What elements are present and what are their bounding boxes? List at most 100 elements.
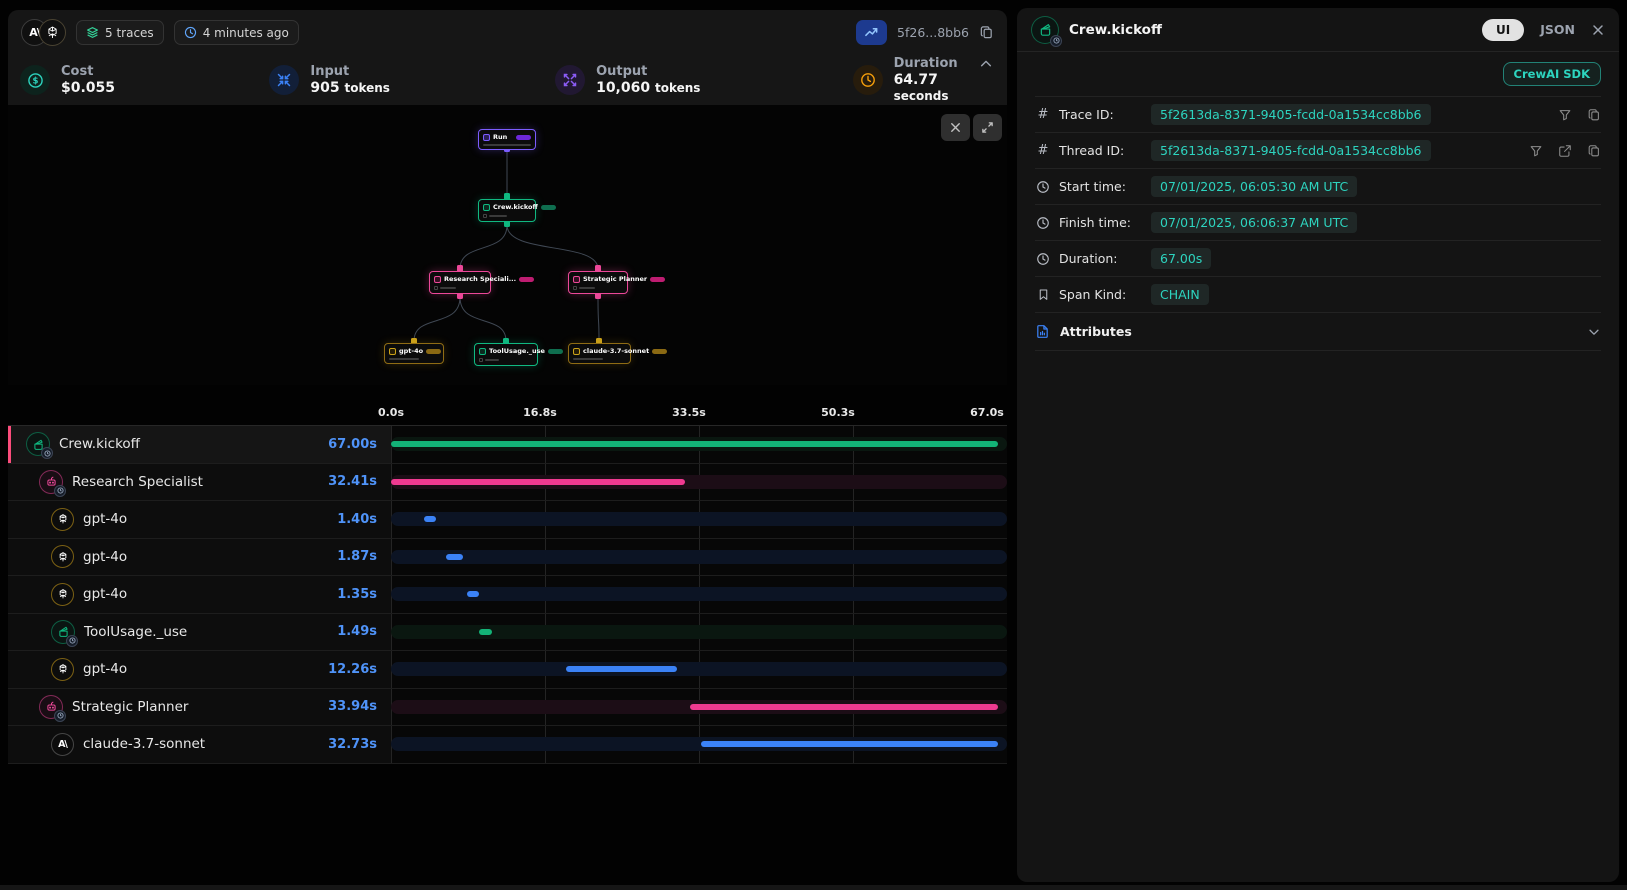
- node-badge: [516, 135, 531, 140]
- trace-flow-graph[interactable]: Run Crew.kickoff Research Speciali... St…: [8, 105, 1007, 385]
- clock-icon: [1035, 216, 1051, 230]
- field-start-time: Start time: 07/01/2025, 06:05:30 AM UTC: [1035, 168, 1601, 204]
- start-time-value: 07/01/2025, 06:05:30 AM UTC: [1151, 176, 1357, 197]
- node-icon: [483, 134, 490, 141]
- hash-icon: #: [1035, 107, 1051, 122]
- input-tokens-icon: [269, 65, 299, 95]
- traces-count-badge[interactable]: 5 traces: [76, 20, 164, 45]
- thread-id-value[interactable]: 5f2613da-8371-9405-fcdd-0a1534cc8bb6: [1151, 140, 1431, 161]
- graph-node-crew-kickoff[interactable]: Crew.kickoff: [478, 199, 536, 222]
- waterfall-row-strategic-planner[interactable]: Strategic Planner 33.94s: [8, 689, 1007, 727]
- duration-value: 67.00s: [1151, 248, 1211, 269]
- trace-id-value[interactable]: 5f2613da-8371-9405-fcdd-0a1534cc8bb6: [1151, 104, 1431, 125]
- attributes-section-header[interactable]: Attributes: [1035, 312, 1601, 351]
- external-link-icon[interactable]: [1558, 144, 1572, 158]
- crewai-icon: [1031, 16, 1059, 44]
- openai-icon: [51, 508, 74, 531]
- graph-node-claude-sonnet[interactable]: claude-3.7-sonnet: [568, 343, 631, 364]
- openai-icon: [51, 658, 74, 681]
- waterfall-row-gpt4o-1[interactable]: gpt-4o 1.40s: [8, 501, 1007, 539]
- trend-button[interactable]: [856, 20, 887, 45]
- graph-close-button[interactable]: [941, 114, 970, 141]
- metric-unit: tokens: [655, 81, 700, 95]
- waterfall-table: Crew.kickoff 67.00s Research Specialist …: [8, 425, 1007, 764]
- metric-value: 64.77: [894, 72, 938, 88]
- collapse-metrics-chevron[interactable]: [979, 57, 993, 71]
- metric-cost: $ Cost $0.055: [20, 64, 269, 96]
- clock-subbadge-icon: [54, 710, 66, 722]
- node-icon: [573, 276, 580, 283]
- clock-subbadge-icon: [41, 447, 53, 459]
- openai-logo-icon: [39, 19, 66, 46]
- graph-node-run[interactable]: Run: [478, 129, 536, 150]
- waterfall-row-claude-sonnet[interactable]: A\ claude-3.7-sonnet 32.73s: [8, 726, 1007, 764]
- span-kind-value: CHAIN: [1151, 284, 1209, 305]
- waterfall-time-axis: 0.0s 16.8s 33.5s 50.3s 67.0s: [8, 395, 1007, 425]
- metric-label: Output: [596, 64, 700, 80]
- graph-node-toolusage[interactable]: ToolUsage._use: [474, 343, 538, 366]
- close-panel-icon[interactable]: [1591, 23, 1605, 37]
- metric-label: Input: [310, 64, 390, 80]
- crewai-icon: [26, 432, 50, 456]
- anthropic-icon: A\: [51, 733, 74, 756]
- crewai-icon: [51, 620, 75, 644]
- output-tokens-icon: [555, 65, 585, 95]
- chevron-down-icon[interactable]: [1587, 325, 1601, 339]
- panel-header: Crew.kickoff UI JSON: [1017, 8, 1619, 52]
- copy-icon[interactable]: [1587, 144, 1601, 158]
- metric-duration: Duration 64.77 seconds: [853, 56, 995, 104]
- copy-icon[interactable]: [1587, 108, 1601, 122]
- waterfall-row-gpt4o-3[interactable]: gpt-4o 1.35s: [8, 576, 1007, 614]
- layers-icon: [86, 26, 99, 39]
- trace-id-short: 5f26...8bb6: [897, 25, 969, 40]
- bottom-strip: [0, 885, 1627, 890]
- clock-icon: [1035, 180, 1051, 194]
- metric-unit: seconds: [894, 89, 949, 103]
- node-icon: [573, 348, 580, 355]
- file-icon: [1035, 324, 1050, 339]
- panel-title: Crew.kickoff: [1069, 22, 1162, 38]
- clock-icon: [184, 26, 197, 39]
- field-duration: Duration: 67.00s: [1035, 240, 1601, 276]
- graph-node-research-specialist[interactable]: Research Speciali...: [429, 271, 491, 294]
- waterfall-row-research-specialist[interactable]: Research Specialist 32.41s: [8, 464, 1007, 502]
- filter-icon[interactable]: [1558, 108, 1572, 122]
- tab-json[interactable]: JSON: [1540, 22, 1575, 37]
- time-ago-badge: 4 minutes ago: [174, 20, 299, 45]
- axis-tick: 33.5s: [672, 406, 706, 419]
- graph-node-strategic-planner[interactable]: Strategic Planner: [568, 271, 628, 294]
- trace-overview-card: A\ 5 traces 4 minutes ago: [8, 10, 1007, 764]
- cost-icon: $: [20, 65, 50, 95]
- node-badge: [548, 349, 563, 354]
- metric-label: Cost: [61, 64, 115, 80]
- metric-value: 10,060: [596, 80, 650, 96]
- node-badge: [650, 277, 665, 282]
- axis-tick: 16.8s: [523, 406, 557, 419]
- waterfall-row-crew-kickoff[interactable]: Crew.kickoff 67.00s: [8, 426, 1007, 464]
- graph-node-gpt-4o[interactable]: gpt-4o: [384, 343, 444, 364]
- copy-trace-id-icon[interactable]: [979, 25, 994, 40]
- finish-time-value: 07/01/2025, 06:06:37 AM UTC: [1151, 212, 1357, 233]
- waterfall-row-gpt4o-4[interactable]: gpt-4o 12.26s: [8, 651, 1007, 689]
- provider-avatars: A\: [21, 19, 66, 46]
- bookmark-icon: [1035, 288, 1051, 301]
- metric-value: 905: [310, 80, 339, 96]
- field-finish-time: Finish time: 07/01/2025, 06:06:37 AM UTC: [1035, 204, 1601, 240]
- metric-output: Output 10,060 tokens: [555, 64, 852, 96]
- metrics-row: $ Cost $0.055 Input 905 tokens: [8, 55, 1007, 105]
- duration-icon: [853, 65, 883, 95]
- field-trace-id: # Trace ID: 5f2613da-8371-9405-fcdd-0a15…: [1035, 96, 1601, 132]
- waterfall-row-gpt4o-2[interactable]: gpt-4o 1.87s: [8, 539, 1007, 577]
- graph-expand-button[interactable]: [973, 114, 1002, 141]
- waterfall-row-toolusage[interactable]: ToolUsage._use 1.49s: [8, 614, 1007, 652]
- node-badge: [652, 349, 667, 354]
- filter-icon[interactable]: [1529, 144, 1543, 158]
- tab-ui[interactable]: UI: [1482, 19, 1524, 41]
- node-badge: [541, 205, 556, 210]
- clock-subbadge-icon: [1050, 35, 1062, 47]
- hash-icon: #: [1035, 143, 1051, 158]
- field-span-kind: Span Kind: CHAIN: [1035, 276, 1601, 312]
- sdk-badge-row: CrewAI SDK: [1035, 52, 1601, 96]
- crewai-sdk-badge: CrewAI SDK: [1503, 62, 1601, 86]
- axis-tick: 67.0s: [970, 406, 1004, 419]
